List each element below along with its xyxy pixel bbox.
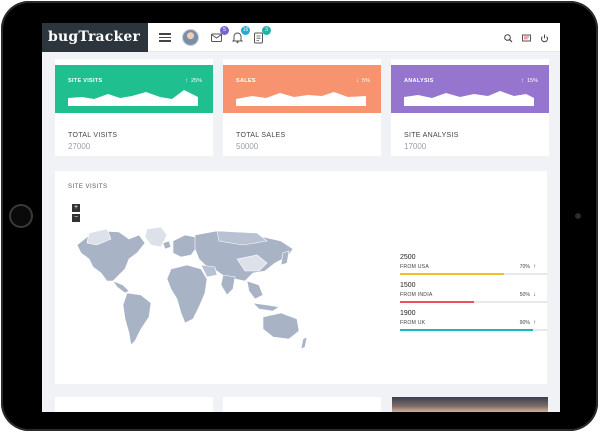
stat-percent: 90% ↑ [519, 320, 536, 326]
card-percent: ↓ 5% [355, 77, 370, 84]
bottom-card-1 [55, 397, 213, 412]
card-percent: ↑ 25% [184, 77, 202, 84]
site-visits-panel: SITE VISITS + − 2500 FROM USA 70% ↑ 1500… [55, 171, 548, 384]
card-title: ANALYSIS [404, 78, 434, 84]
avatar[interactable] [182, 29, 199, 46]
stat-percent: 70% ↑ [519, 264, 536, 270]
progress-fill [400, 329, 534, 331]
sparkline [68, 90, 198, 106]
stat-value: 2500 [400, 254, 416, 261]
home-button[interactable] [9, 204, 33, 228]
card-header: ANALYSIS ↑ 15% [391, 65, 549, 113]
card-site-visits: SITE VISITS ↑ 25% TOTAL VISITS 27000 [55, 59, 213, 156]
zoom-in-button[interactable]: + [72, 204, 80, 212]
app-logo[interactable]: bugTracker [42, 23, 148, 52]
flag-icon[interactable] [521, 31, 532, 42]
card-value: 17000 [404, 142, 427, 151]
messages-icon[interactable]: 16 [231, 26, 250, 44]
bottom-card-image [392, 397, 548, 412]
card-header: SALES ↓ 5% [223, 65, 381, 113]
search-icon[interactable] [503, 31, 514, 43]
card-percent: ↑ 15% [520, 77, 538, 84]
trend-arrow-icon: ↑ [184, 77, 188, 84]
card-title: SALES [236, 78, 256, 84]
stat-label: FROM USA [400, 264, 429, 270]
trend-arrow-icon: ↑ [533, 264, 536, 270]
notifications-badge: 5 [220, 26, 229, 35]
card-label: SITE ANALYSIS [404, 132, 459, 139]
card-header: SITE VISITS ↑ 25% [55, 65, 213, 113]
card-analysis: ANALYSIS ↑ 15% SITE ANALYSIS 17000 [391, 59, 549, 156]
sparkline [404, 91, 534, 106]
card-value: 27000 [68, 142, 91, 151]
progress-fill [400, 273, 504, 275]
trend-arrow-icon: ↓ [355, 77, 360, 84]
sparkline [236, 92, 366, 106]
progress-bar [400, 273, 548, 275]
app-screen: bugTracker 5 16 3 SITE VISITS ↑ 25% TOTA… [42, 23, 560, 412]
notifications-icon[interactable]: 5 [210, 26, 229, 44]
card-label: TOTAL SALES [236, 132, 286, 139]
stat-usa: 2500 FROM USA 70% ↑ [400, 254, 548, 275]
trend-arrow-icon: ↑ [533, 320, 536, 326]
messages-badge: 16 [241, 26, 250, 35]
card-label: TOTAL VISITS [68, 132, 118, 139]
menu-toggle-icon[interactable] [159, 33, 171, 42]
card-sales: SALES ↓ 5% TOTAL SALES 50000 [223, 59, 381, 156]
progress-bar [400, 329, 548, 331]
stat-percent: 50% ↓ [519, 292, 536, 298]
trend-arrow-icon: ↑ [520, 77, 524, 84]
camera-icon [575, 213, 581, 219]
world-map[interactable] [67, 223, 315, 353]
stat-value: 1900 [400, 310, 416, 317]
progress-fill [400, 301, 474, 303]
stat-value: 1500 [400, 282, 416, 289]
stat-india: 1500 FROM INDIA 50% ↓ [400, 282, 548, 303]
trend-arrow-icon: ↓ [533, 292, 536, 298]
card-title: SITE VISITS [68, 78, 103, 84]
zoom-out-button[interactable]: − [72, 214, 80, 222]
bottom-card-2 [223, 397, 381, 412]
panel-title: SITE VISITS [68, 184, 108, 190]
power-icon[interactable] [539, 31, 550, 43]
stat-label: FROM INDIA [400, 292, 433, 298]
card-value: 50000 [236, 142, 259, 151]
progress-bar [400, 301, 548, 303]
top-navbar: bugTracker 5 16 3 [42, 23, 560, 52]
stat-uk: 1900 FROM UK 90% ↑ [400, 310, 548, 331]
tasks-icon[interactable]: 3 [252, 26, 271, 44]
tablet-frame: bugTracker 5 16 3 SITE VISITS ↑ 25% TOTA… [1, 1, 598, 431]
tasks-badge: 3 [262, 26, 271, 35]
stat-label: FROM UK [400, 320, 426, 326]
